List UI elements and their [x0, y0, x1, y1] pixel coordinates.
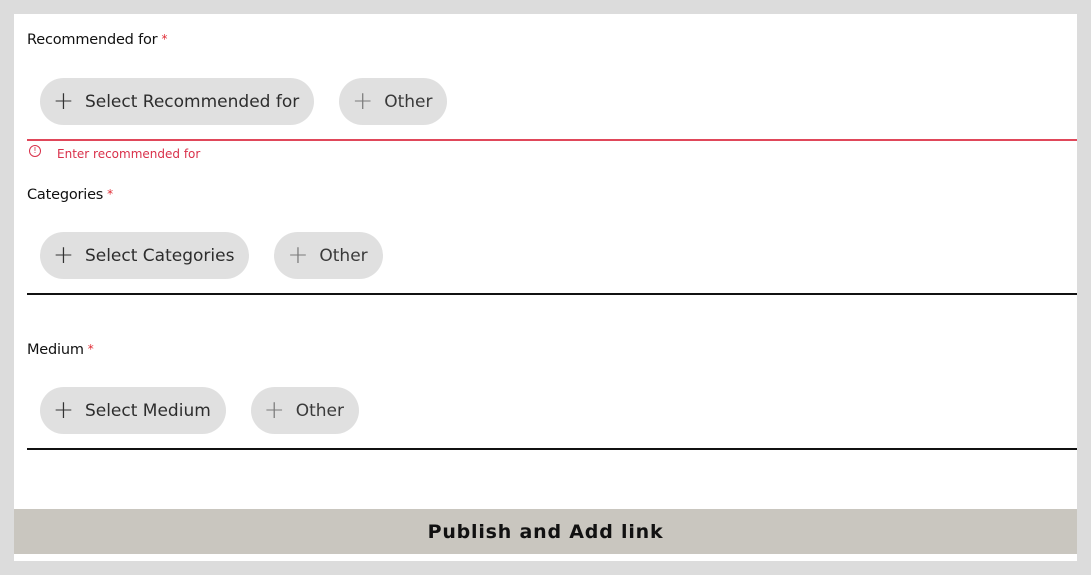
error-circle-icon: !: [29, 145, 41, 157]
select-recommended-button[interactable]: + Select Recommended for: [40, 78, 315, 125]
recommended-error-text: Enter recommended for: [57, 147, 201, 161]
medium-label-text: Medium: [27, 342, 84, 358]
required-marker: *: [161, 32, 168, 46]
select-recommended-label: Select Recommended for: [84, 91, 300, 112]
medium-chips: + Select Medium + Other: [40, 387, 360, 434]
recommended-label: Recommended for *: [27, 32, 167, 48]
select-categories-label: Select Categories: [84, 245, 235, 266]
recommended-label-text: Recommended for: [27, 32, 158, 48]
plus-icon: +: [287, 240, 309, 269]
required-marker: *: [87, 342, 94, 356]
medium-other-button[interactable]: + Other: [250, 387, 360, 434]
required-marker: *: [107, 187, 113, 201]
categories-other-label: Other: [319, 245, 368, 266]
select-categories-button[interactable]: + Select Categories: [40, 232, 250, 279]
categories-other-button[interactable]: + Other: [274, 232, 383, 279]
categories-divider: [27, 293, 1077, 295]
recommended-chips: + Select Recommended for + Other: [40, 78, 448, 125]
medium-other-label: Other: [295, 400, 345, 421]
recommended-error: ! Enter recommended for: [29, 145, 201, 161]
select-medium-label: Select Medium: [84, 400, 211, 421]
publish-and-add-link-button[interactable]: Publish and Add link: [14, 509, 1077, 554]
recommended-divider-error: [27, 139, 1077, 141]
plus-icon: +: [263, 395, 285, 424]
plus-icon: +: [53, 395, 74, 424]
medium-divider: [27, 448, 1077, 450]
recommended-other-label: Other: [384, 91, 433, 112]
plus-icon: +: [53, 86, 74, 115]
form-card: Recommended for * + Select Recommended fo…: [14, 14, 1077, 561]
plus-icon: +: [352, 86, 374, 115]
plus-icon: +: [53, 240, 74, 269]
recommended-other-button[interactable]: + Other: [339, 78, 448, 125]
categories-label-text: Categories: [27, 187, 104, 203]
categories-chips: + Select Categories + Other: [40, 232, 383, 279]
categories-label: Categories *: [27, 187, 113, 203]
select-medium-button[interactable]: + Select Medium: [40, 387, 226, 434]
medium-label: Medium *: [27, 342, 94, 358]
